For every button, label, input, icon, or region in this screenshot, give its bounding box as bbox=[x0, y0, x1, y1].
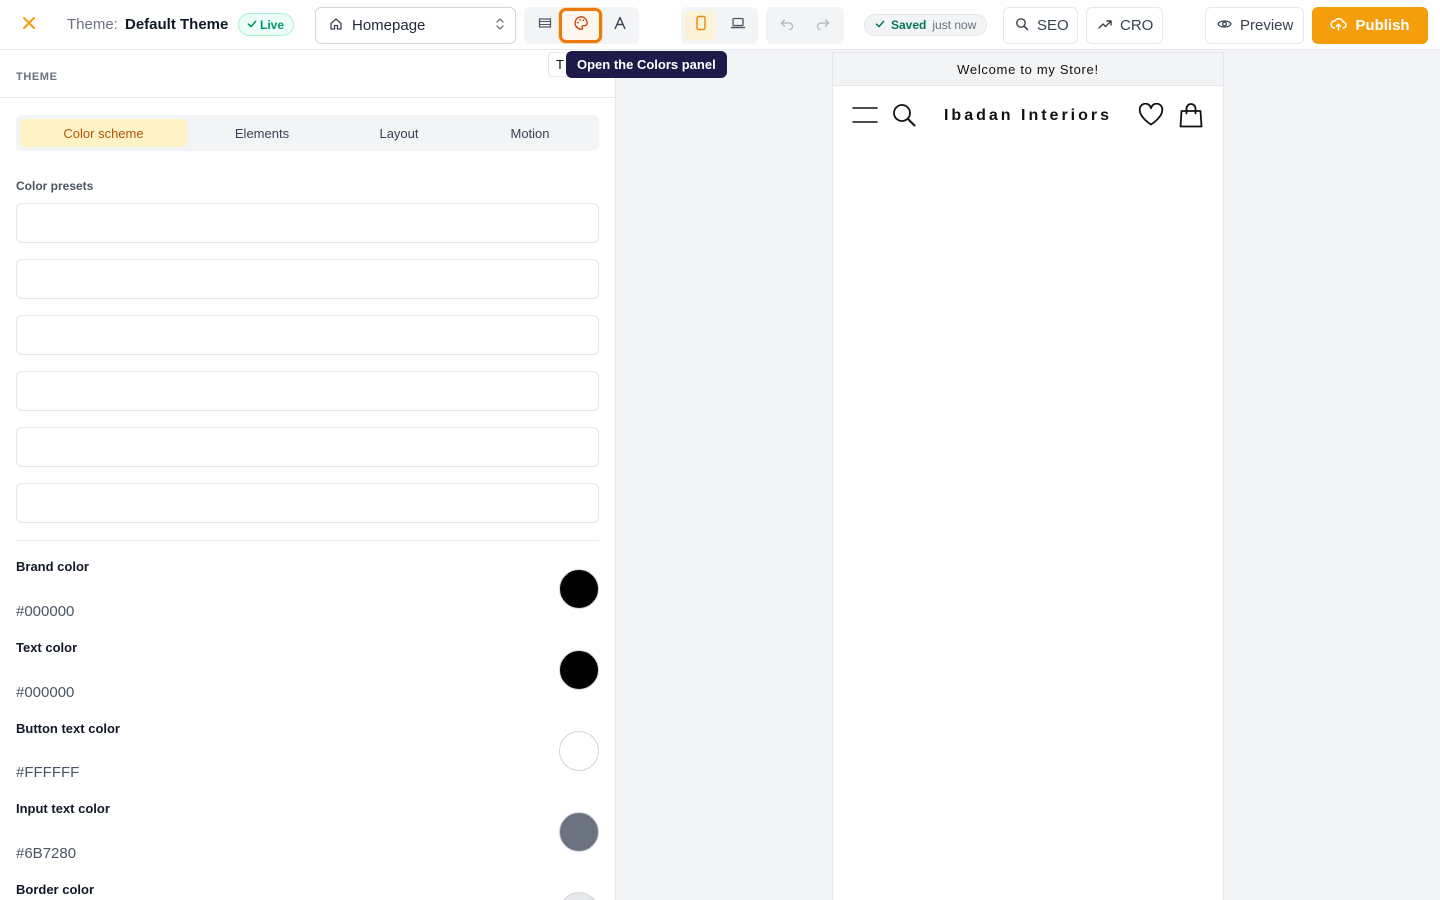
color-preset[interactable] bbox=[16, 483, 599, 523]
theme-label: Theme: bbox=[67, 16, 118, 33]
tab-elements[interactable]: Elements bbox=[191, 119, 333, 147]
page-select[interactable]: Homepage bbox=[315, 7, 516, 44]
palette-icon bbox=[573, 15, 589, 36]
chevron-updown-icon bbox=[495, 17, 505, 35]
redo-button[interactable] bbox=[808, 11, 838, 40]
brand-color-label: Brand color bbox=[16, 559, 89, 574]
color-preset[interactable] bbox=[16, 427, 599, 467]
color-preset[interactable] bbox=[16, 203, 599, 243]
store-header: Ibadan Interiors bbox=[833, 86, 1223, 144]
input-text-color-swatch[interactable] bbox=[559, 812, 599, 852]
color-preset[interactable] bbox=[16, 371, 599, 411]
publish-button-label: Publish bbox=[1355, 17, 1410, 34]
close-icon bbox=[22, 16, 36, 35]
laptop-icon bbox=[730, 16, 746, 35]
brand-color-value: #000000 bbox=[16, 603, 75, 620]
tab-layout[interactable]: Layout bbox=[337, 119, 461, 147]
text-color-label: Text color bbox=[16, 640, 78, 655]
preview-button[interactable]: Preview bbox=[1205, 7, 1304, 44]
page-select-value: Homepage bbox=[352, 17, 426, 34]
divider bbox=[16, 540, 599, 541]
cro-button[interactable]: CRO bbox=[1086, 7, 1163, 44]
color-presets-label: Color presets bbox=[16, 179, 94, 193]
history-controls bbox=[766, 7, 844, 44]
top-toolbar: Theme: Default Theme Live Homepage Saved… bbox=[0, 0, 1440, 50]
search-icon bbox=[1015, 17, 1029, 35]
border-color-label: Border color bbox=[16, 882, 95, 897]
mobile-icon bbox=[695, 15, 707, 36]
text-color-value: #000000 bbox=[16, 684, 75, 701]
desktop-view-button[interactable] bbox=[722, 11, 753, 40]
editor-tools bbox=[524, 7, 639, 44]
sections-button[interactable] bbox=[526, 7, 563, 44]
home-icon bbox=[329, 17, 343, 35]
publish-button[interactable]: Publish bbox=[1312, 7, 1428, 44]
border-color-swatch[interactable] bbox=[559, 892, 599, 900]
check-icon bbox=[247, 18, 257, 32]
colors-tooltip: Open the Colors panel bbox=[566, 51, 727, 78]
preview-canvas: Welcome to my Store! Ibadan Interiors bbox=[616, 50, 1440, 900]
input-text-color-value: #6B7280 bbox=[16, 845, 77, 862]
seo-button[interactable]: SEO bbox=[1003, 7, 1078, 44]
button-text-color-label: Button text color bbox=[16, 721, 120, 736]
sidebar-title: THEME bbox=[16, 71, 58, 83]
colors-button[interactable] bbox=[559, 8, 602, 43]
eye-icon bbox=[1217, 17, 1232, 34]
tab-motion[interactable]: Motion bbox=[465, 119, 595, 147]
brand-color-swatch[interactable] bbox=[559, 569, 599, 609]
color-preset[interactable] bbox=[16, 259, 599, 299]
trending-up-icon bbox=[1098, 17, 1112, 34]
announcement-bar: Welcome to my Store! bbox=[833, 53, 1223, 86]
cro-button-label: CRO bbox=[1120, 17, 1154, 34]
device-toggle bbox=[681, 7, 758, 44]
saved-status-label: Saved bbox=[891, 18, 927, 32]
mobile-view-button[interactable] bbox=[685, 11, 716, 40]
theme-sidebar: THEME Color scheme Elements Layout Motio… bbox=[0, 50, 616, 900]
undo-button[interactable] bbox=[772, 11, 802, 40]
live-badge: Live bbox=[238, 13, 295, 36]
text-color-swatch[interactable] bbox=[559, 650, 599, 690]
saved-status-time: just now bbox=[932, 18, 977, 32]
color-preset[interactable] bbox=[16, 315, 599, 355]
layout-icon bbox=[538, 16, 552, 35]
shopping-bag-icon[interactable] bbox=[1178, 101, 1204, 129]
button-text-color-value: #FFFFFF bbox=[16, 764, 80, 781]
redo-icon bbox=[816, 17, 830, 35]
undo-icon bbox=[780, 17, 794, 35]
theme-name: Default Theme bbox=[125, 16, 229, 33]
preview-button-label: Preview bbox=[1240, 17, 1294, 34]
typography-icon bbox=[613, 16, 627, 35]
sidebar-header: THEME bbox=[0, 50, 615, 98]
heart-icon[interactable] bbox=[1137, 102, 1165, 128]
cloud-upload-icon bbox=[1330, 17, 1348, 35]
theme-tabs: Color scheme Elements Layout Motion bbox=[16, 115, 599, 151]
mobile-preview-frame: Welcome to my Store! Ibadan Interiors bbox=[832, 52, 1224, 900]
button-text-color-swatch[interactable] bbox=[559, 731, 599, 771]
typography-button[interactable] bbox=[601, 7, 638, 44]
close-button[interactable] bbox=[14, 10, 44, 40]
tab-color-scheme[interactable]: Color scheme bbox=[20, 119, 187, 147]
saved-status: Saved just now bbox=[864, 14, 988, 36]
seo-button-label: SEO bbox=[1037, 17, 1069, 34]
live-badge-label: Live bbox=[260, 17, 285, 32]
input-text-color-label: Input text color bbox=[16, 801, 110, 816]
check-icon bbox=[875, 18, 885, 32]
